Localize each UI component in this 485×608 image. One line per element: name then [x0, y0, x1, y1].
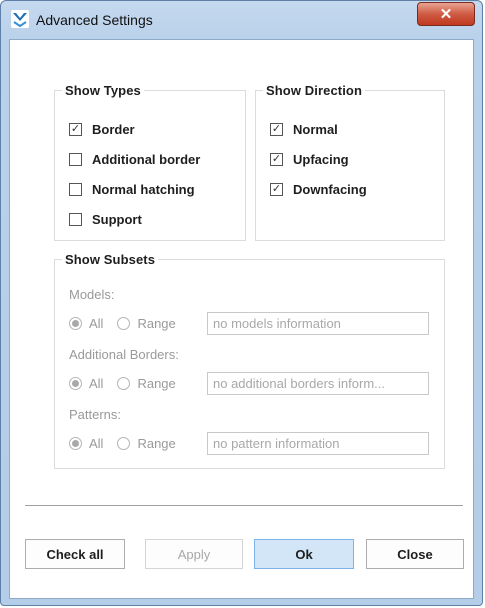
models-radio-group: All Range [69, 314, 176, 332]
check-all-button[interactable]: Check all [25, 539, 125, 569]
checkbox-normal-hatching[interactable]: Normal hatching [69, 180, 195, 198]
ok-button[interactable]: Ok [254, 539, 354, 569]
show-subsets-group: Show Subsets Models: All Range no models… [54, 252, 445, 469]
checkbox-box[interactable]: ✓ [69, 122, 82, 136]
dialog-window: Advanced Settings ✕ Show Types ✓ Border … [0, 0, 483, 606]
checkbox-label: Support [92, 211, 142, 227]
checkbox-label: Additional border [92, 151, 201, 167]
checkbox-upfacing[interactable]: ✓ Upfacing [270, 150, 349, 168]
checkbox-support[interactable]: Support [69, 210, 142, 228]
close-button[interactable]: Close [366, 539, 464, 569]
checkbox-label: Normal [293, 121, 338, 137]
radio-label: All [89, 375, 104, 391]
title-bar[interactable]: Advanced Settings ✕ [1, 1, 482, 39]
checkbox-label: Normal hatching [92, 181, 195, 197]
checkbox-box[interactable]: ✓ [270, 122, 283, 136]
show-types-legend: Show Types [65, 83, 141, 98]
models-all-radio[interactable] [69, 316, 82, 330]
checkmark-icon: ✓ [70, 122, 81, 135]
checkmark-icon: ✓ [271, 122, 282, 135]
additional-borders-radio-group: All Range [69, 374, 176, 392]
checkbox-box[interactable]: ✓ [270, 152, 283, 166]
close-icon: ✕ [439, 6, 453, 23]
additional-borders-range-radio[interactable] [117, 376, 131, 390]
dialog-client-area: Show Types ✓ Border Additional border No… [9, 39, 474, 599]
window-title: Advanced Settings [36, 12, 153, 28]
radio-label: Range [137, 435, 176, 451]
checkmark-icon: ✓ [271, 152, 282, 165]
window-close-button[interactable]: ✕ [417, 2, 475, 26]
additional-borders-all-radio[interactable] [69, 376, 82, 390]
checkbox-label: Border [92, 121, 135, 137]
checkbox-label: Downfacing [293, 181, 367, 197]
checkbox-downfacing[interactable]: ✓ Downfacing [270, 180, 367, 198]
checkbox-label: Upfacing [293, 151, 349, 167]
patterns-info-field[interactable]: no pattern information [207, 432, 429, 455]
patterns-range-radio[interactable] [117, 436, 131, 450]
radio-label: Range [137, 315, 176, 331]
app-logo-icon [11, 10, 29, 28]
radio-label: Range [137, 375, 176, 391]
checkmark-icon: ✓ [271, 182, 282, 195]
separator-line [25, 505, 463, 506]
models-range-radio[interactable] [117, 316, 131, 330]
show-direction-group: Show Direction ✓ Normal ✓ Upfacing ✓ Dow… [255, 83, 445, 241]
checkbox-box[interactable] [69, 182, 82, 196]
checkbox-box[interactable] [69, 152, 82, 166]
checkbox-box[interactable] [69, 212, 82, 226]
radio-label: All [89, 435, 104, 451]
models-info-field[interactable]: no models information [207, 312, 429, 335]
patterns-all-radio[interactable] [69, 436, 82, 450]
patterns-radio-group: All Range [69, 434, 176, 452]
additional-borders-info-field[interactable]: no additional borders inform... [207, 372, 429, 395]
apply-button[interactable]: Apply [145, 539, 243, 569]
checkbox-normal[interactable]: ✓ Normal [270, 120, 338, 138]
checkbox-box[interactable]: ✓ [270, 182, 283, 196]
checkbox-border[interactable]: ✓ Border [69, 120, 135, 138]
radio-label: All [89, 315, 104, 331]
additional-borders-label: Additional Borders: [69, 347, 179, 362]
show-subsets-legend: Show Subsets [65, 252, 156, 267]
show-direction-legend: Show Direction [266, 83, 363, 98]
patterns-label: Patterns: [69, 407, 122, 422]
models-label: Models: [69, 287, 115, 302]
checkbox-additional-border[interactable]: Additional border [69, 150, 200, 168]
show-types-group: Show Types ✓ Border Additional border No… [54, 83, 246, 241]
